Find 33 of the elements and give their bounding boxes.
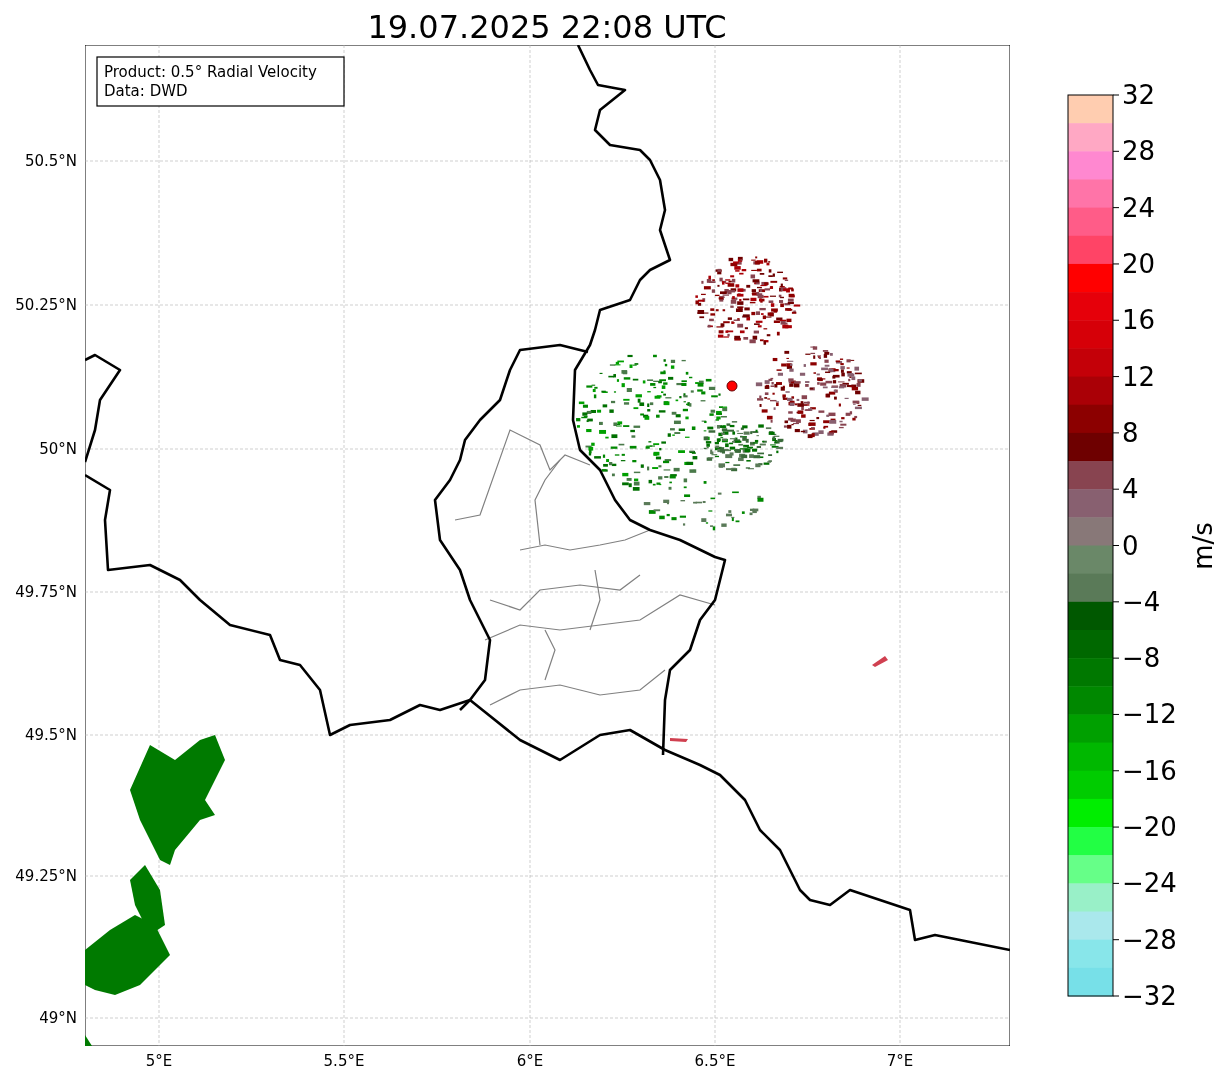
- colorbar-tick-label: 28: [1122, 136, 1156, 167]
- axis-tick-label: 49.75°N: [15, 583, 77, 601]
- colorbar-tick-label: −20: [1122, 812, 1177, 843]
- colorbar-tick-label: 24: [1122, 192, 1156, 223]
- axis-tick-label: 5.5°E: [323, 1052, 365, 1070]
- axis-tick-label: 7°E: [886, 1052, 914, 1070]
- colorbar-tick-label: 12: [1122, 361, 1156, 392]
- colorbar-tick-label: 4: [1122, 474, 1139, 505]
- colorbar-tick-label: −12: [1122, 699, 1177, 730]
- axis-tick-label: 6.5°E: [694, 1052, 736, 1070]
- colorbar-tick-label: −28: [1122, 924, 1177, 955]
- axis-tick-label: 50°N: [39, 440, 77, 458]
- colorbar-tick-label: −16: [1122, 755, 1177, 786]
- axis-tick-label: 6°E: [516, 1052, 544, 1070]
- colorbar-label: m/s: [1188, 522, 1218, 570]
- info-text: Product: 0.5° Radial Velocity: [104, 63, 317, 81]
- colorbar-tick-label: −4: [1122, 586, 1161, 617]
- colorbar-tick-label: −8: [1122, 643, 1161, 674]
- axis-tick-label: 5°E: [145, 1052, 173, 1070]
- colorbar-tick-label: 8: [1122, 417, 1139, 448]
- colorbar-tick-label: −32: [1122, 981, 1177, 1011]
- colorbar-tick-label: 20: [1122, 248, 1156, 279]
- axis-tick-label: 49°N: [39, 1009, 77, 1027]
- axis-tick-label: 50.5°N: [24, 152, 77, 170]
- colorbar-tick-label: −24: [1122, 868, 1177, 899]
- axis-tick-label: 49.25°N: [15, 867, 77, 885]
- colorbar-tick-label: 32: [1122, 80, 1156, 110]
- colorbar-tick-label: 0: [1122, 530, 1139, 561]
- chart-title: 19.07.2025 22:08 UTC: [367, 8, 727, 46]
- axis-tick-label: 50.25°N: [15, 296, 77, 314]
- info-text: Data: DWD: [104, 82, 188, 100]
- colorbar-tick-label: 16: [1122, 305, 1156, 336]
- axis-tick-label: 49.5°N: [24, 726, 77, 744]
